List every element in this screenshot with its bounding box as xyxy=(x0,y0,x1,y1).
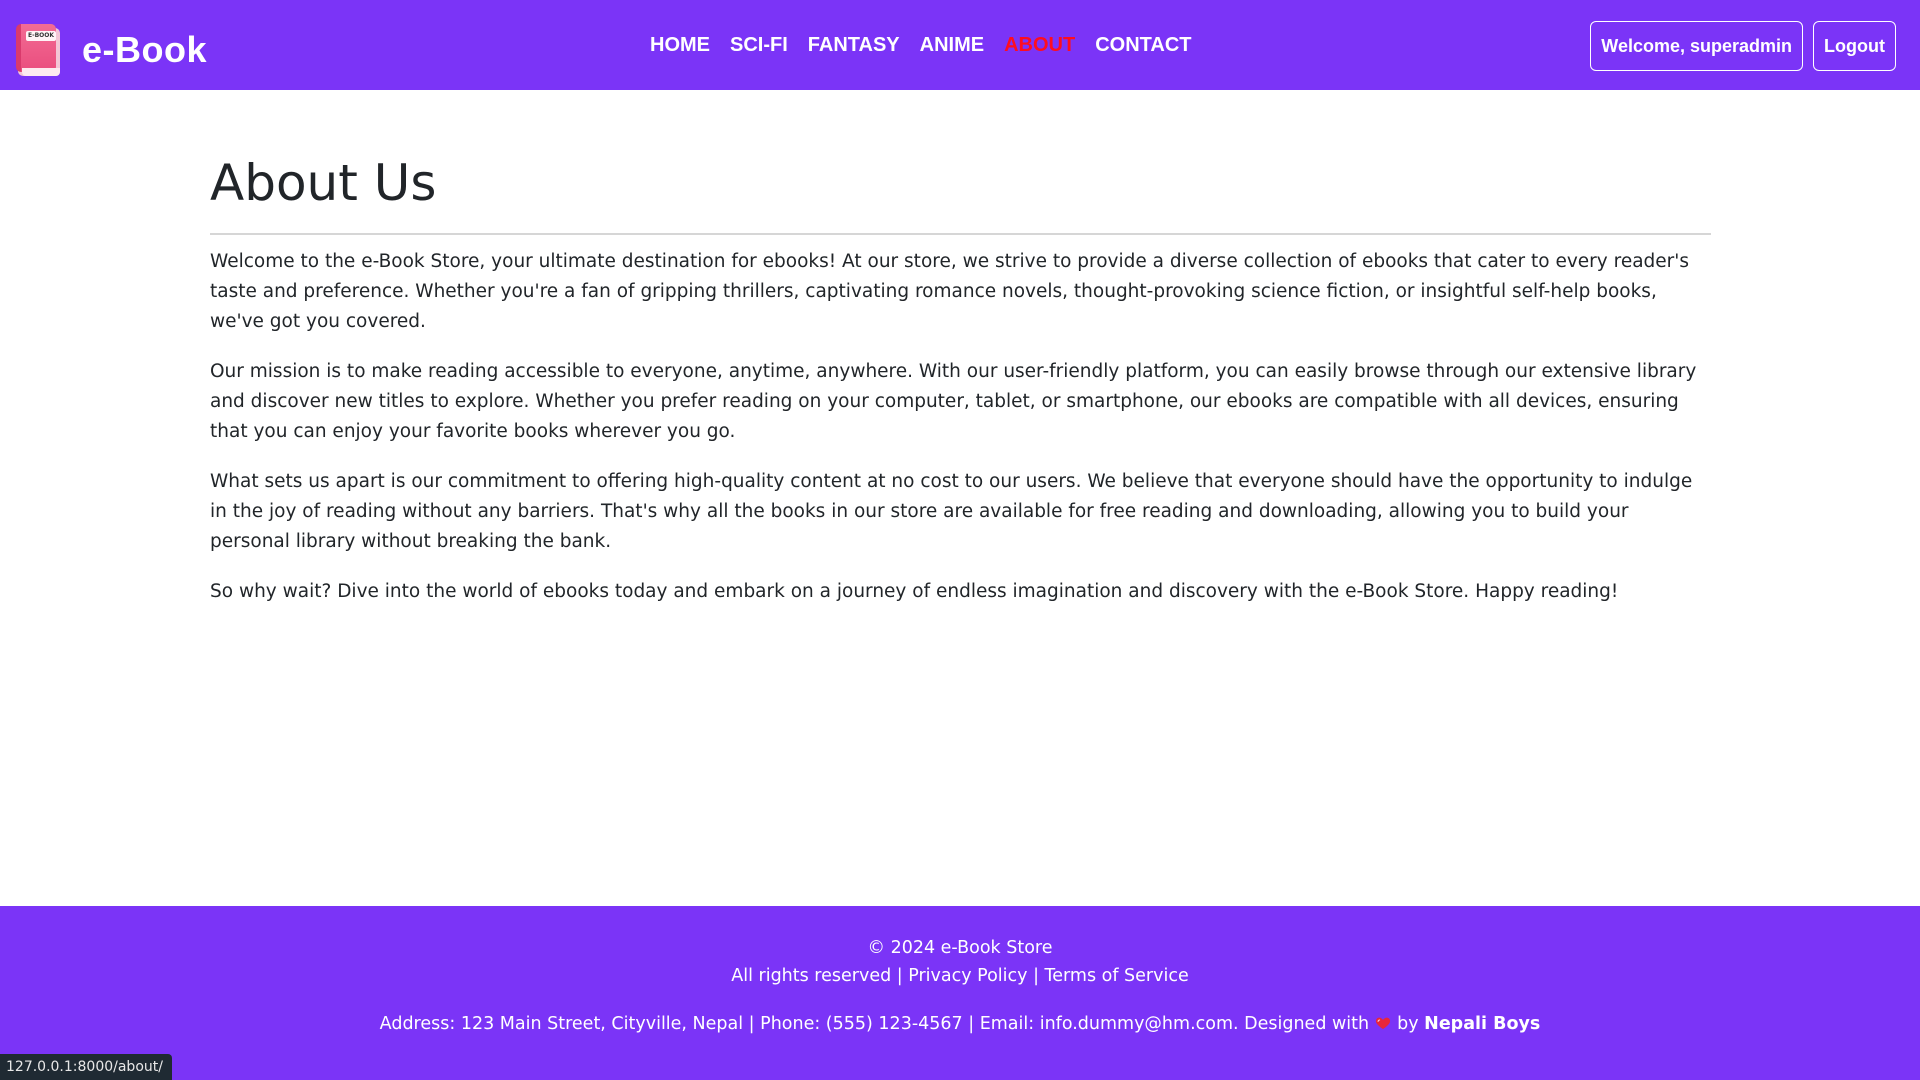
nav-sci-fi[interactable]: SCI-FI xyxy=(720,34,798,57)
brand-name: e-Book xyxy=(82,29,208,70)
footer-contact-line: Address: 123 Main Street, Cityville, Nep… xyxy=(0,1010,1920,1038)
about-paragraph-mission: Our mission is to make reading accessibl… xyxy=(210,361,1697,442)
status-bar-url: 127.0.0.1:8000/about/ xyxy=(0,1054,172,1080)
about-paragraph-closing: So why wait? Dive into the world of eboo… xyxy=(210,581,1619,602)
nav-contact[interactable]: CONTACT xyxy=(1085,34,1201,57)
footer-separator: | xyxy=(891,966,909,986)
nav-home[interactable]: HOME xyxy=(640,34,720,57)
footer-copyright: © 2024 e-Book Store xyxy=(867,938,1053,958)
main-nav: HOME SCI-FI FANTASY ANIME ABOUT CONTACT xyxy=(640,0,1201,90)
footer-separator: | xyxy=(1027,966,1045,986)
footer-rights-line: All rights reserved | Privacy Policy | T… xyxy=(0,962,1920,990)
privacy-policy-link[interactable]: Privacy Policy xyxy=(908,966,1027,986)
logo-label: E-BOOK xyxy=(26,31,56,41)
footer-credit: Nepali Boys xyxy=(1424,1014,1541,1034)
welcome-user-button[interactable]: Welcome, superadmin xyxy=(1590,21,1804,71)
about-content: About Us Welcome to the e-Book Store, yo… xyxy=(210,148,1711,627)
footer-rights: All rights reserved xyxy=(731,966,892,986)
page-title: About Us xyxy=(210,154,437,212)
navbar: E-BOOK e-Book HOME SCI-FI FANTASY ANIME … xyxy=(0,0,1920,90)
user-actions: Welcome, superadmin Logout xyxy=(1590,21,1896,71)
terms-of-service-link[interactable]: Terms of Service xyxy=(1045,966,1189,986)
nav-fantasy[interactable]: FANTASY xyxy=(798,34,910,57)
about-paragraph-welcome: Welcome to the e-Book Store, your ultima… xyxy=(210,251,1689,332)
footer: © 2024 e-Book Store All rights reserved … xyxy=(0,906,1920,1080)
heart-icon xyxy=(1376,1017,1391,1029)
about-paragraph-commitment: What sets us apart is our commitment to … xyxy=(210,471,1693,552)
footer-contact-text: Address: 123 Main Street, Cityville, Nep… xyxy=(379,1014,1370,1034)
footer-by-label: by xyxy=(1397,1014,1419,1034)
title-divider xyxy=(210,233,1711,235)
nav-anime[interactable]: ANIME xyxy=(910,34,994,57)
nav-about[interactable]: ABOUT xyxy=(994,34,1085,57)
brand-link[interactable]: E-BOOK e-Book xyxy=(16,24,207,76)
logout-button[interactable]: Logout xyxy=(1813,21,1896,71)
book-icon: E-BOOK xyxy=(16,24,60,76)
